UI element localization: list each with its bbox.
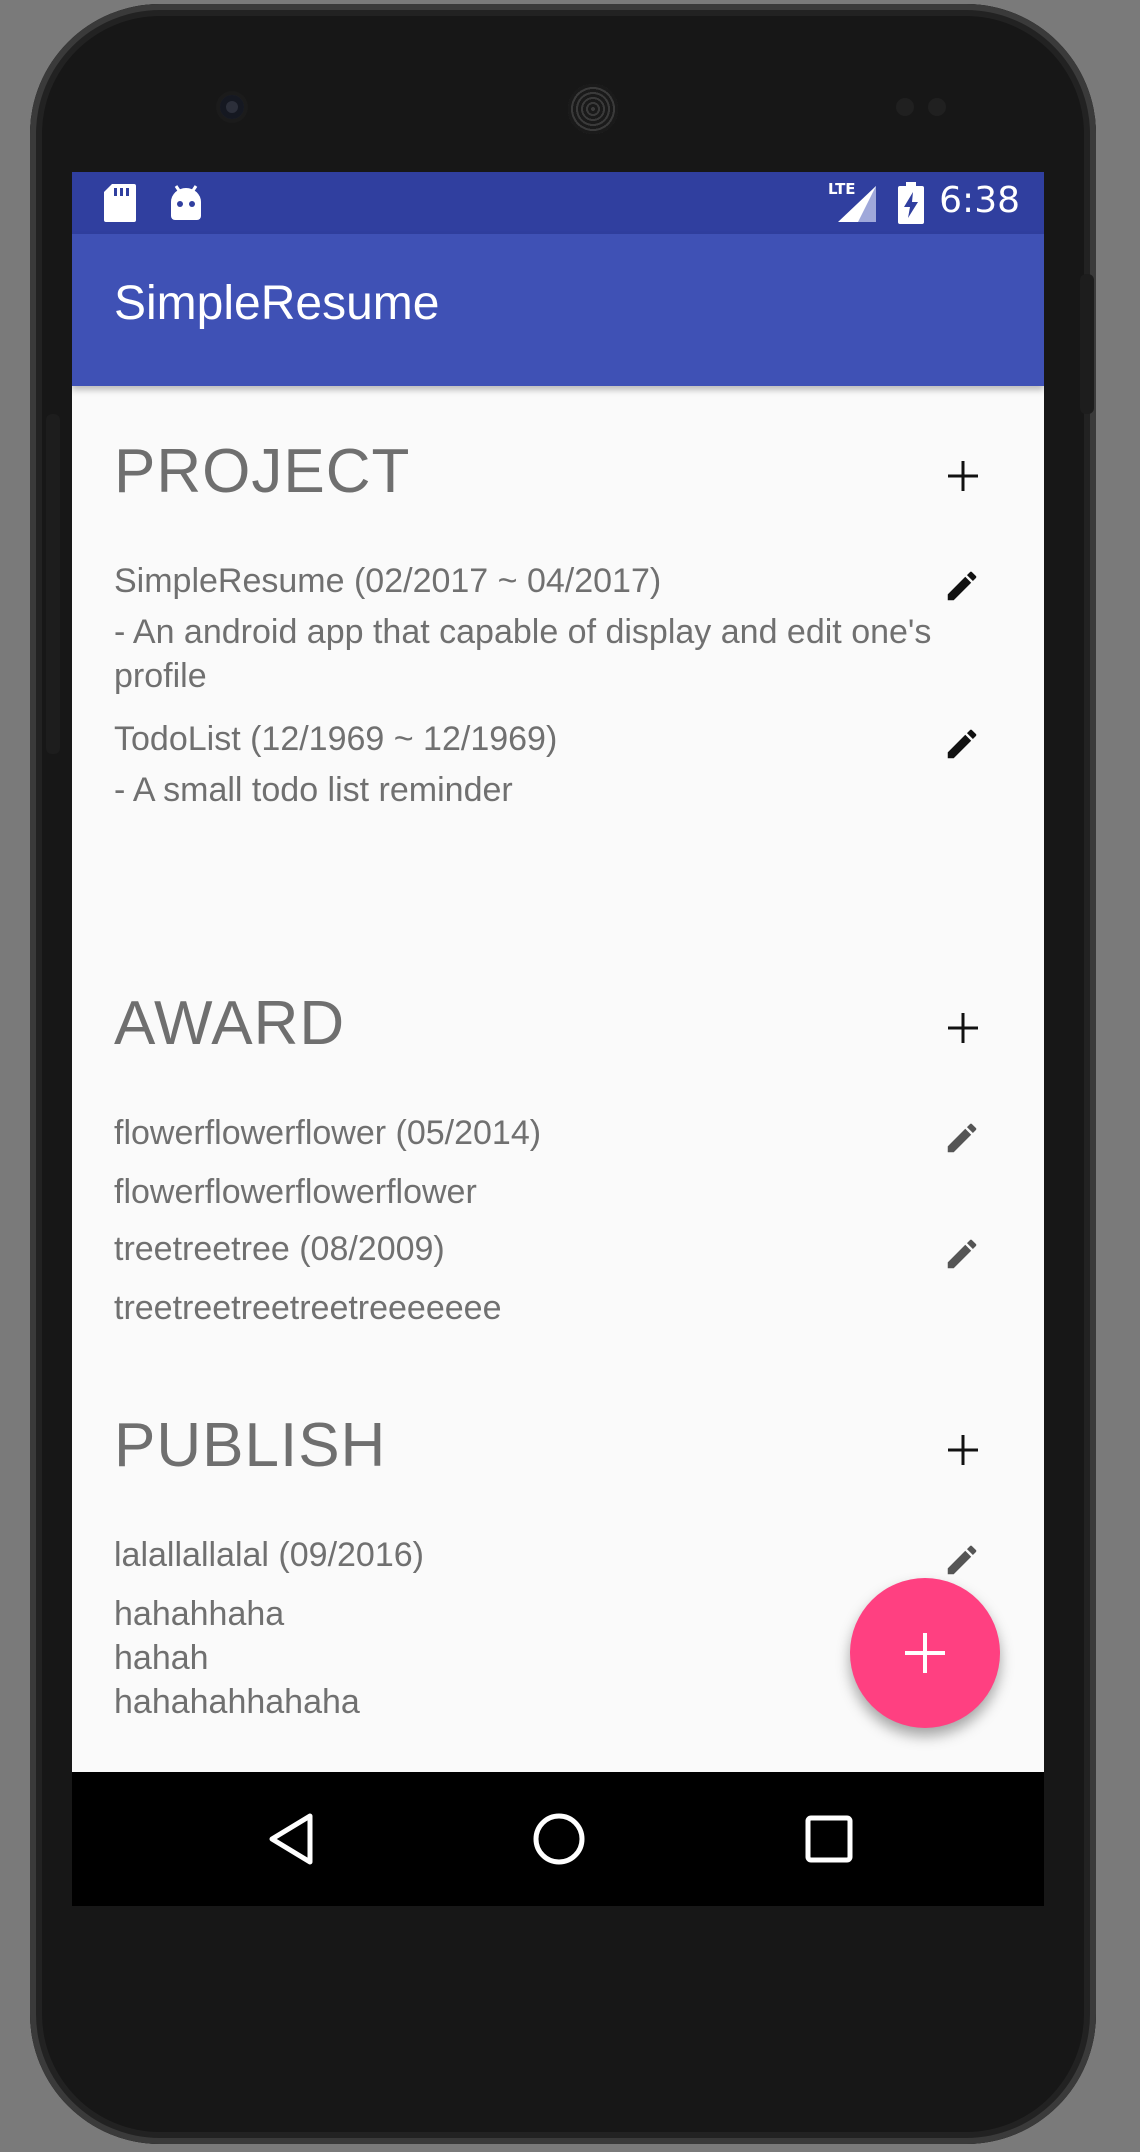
pencil-icon — [947, 729, 977, 759]
lte-label: LTE — [828, 180, 856, 198]
pencil-icon — [947, 571, 977, 601]
award-item-description: flowerflowerflowerflower — [114, 1173, 477, 1211]
plus-icon — [948, 461, 978, 491]
android-icon — [168, 184, 204, 226]
pencil-icon — [947, 1239, 977, 1269]
recents-icon — [805, 1815, 853, 1863]
back-icon — [269, 1813, 313, 1865]
recents-button[interactable] — [796, 1806, 862, 1872]
plus-icon — [948, 1435, 978, 1465]
add-award-button[interactable] — [935, 1000, 991, 1056]
add-publish-button[interactable] — [935, 1422, 991, 1478]
battery-charging-icon — [898, 182, 924, 228]
app-title: SimpleResume — [114, 277, 440, 330]
project-item-description: - An android app that capable of display… — [114, 613, 932, 695]
light-sensor — [928, 98, 946, 116]
app-bar: SimpleResume — [72, 234, 1044, 386]
section-title-project: PROJECT — [114, 437, 411, 506]
proximity-sensor — [896, 98, 914, 116]
resume-content[interactable]: PROJECT SimpleResume (02/2017 ~ 04/2017)… — [72, 386, 1044, 1778]
volume-button — [46, 414, 60, 754]
power-button — [1080, 274, 1094, 414]
navigation-bar — [72, 1772, 1044, 1906]
home-icon — [533, 1813, 585, 1865]
clock: 6:38 — [939, 180, 1020, 221]
edit-publish-button[interactable] — [938, 1536, 986, 1584]
pencil-icon — [947, 1545, 977, 1575]
publish-item-heading: lalallallalal (09/2016) — [114, 1536, 424, 1574]
project-item-description: - A small todo list reminder — [114, 771, 513, 809]
front-camera — [220, 95, 244, 119]
home-button[interactable] — [526, 1806, 592, 1872]
plus-icon — [905, 1633, 945, 1673]
pencil-icon — [947, 1123, 977, 1153]
fab-add-button[interactable] — [850, 1578, 1000, 1728]
project-item-heading: TodoList (12/1969 ~ 12/1969) — [114, 720, 558, 758]
award-item-heading: flowerflowerflower (05/2014) — [114, 1114, 542, 1152]
publish-item-description: hahahhaha hahah hahahahhahaha — [114, 1595, 360, 1721]
add-project-button[interactable] — [935, 448, 991, 504]
earpiece-speaker — [568, 84, 618, 134]
section-title-publish: PUBLISH — [114, 1411, 387, 1480]
edit-project-button[interactable] — [938, 562, 986, 610]
section-title-award: AWARD — [114, 989, 346, 1058]
edit-award-button[interactable] — [938, 1114, 986, 1162]
back-button[interactable] — [258, 1806, 324, 1872]
award-item-description: treetreetreetreetreeeeeee — [114, 1289, 502, 1327]
award-item-heading: treetreetree (08/2009) — [114, 1230, 445, 1268]
sd-card-icon — [104, 184, 136, 226]
edit-project-button[interactable] — [938, 720, 986, 768]
status-bar: LTE 6:38 — [72, 172, 1044, 234]
edit-award-button[interactable] — [938, 1230, 986, 1278]
project-item-heading: SimpleResume (02/2017 ~ 04/2017) — [114, 562, 662, 600]
plus-icon — [948, 1013, 978, 1043]
app-screen: LTE 6:38 SimpleResume PROJECT SimpleResu… — [72, 172, 1044, 1906]
